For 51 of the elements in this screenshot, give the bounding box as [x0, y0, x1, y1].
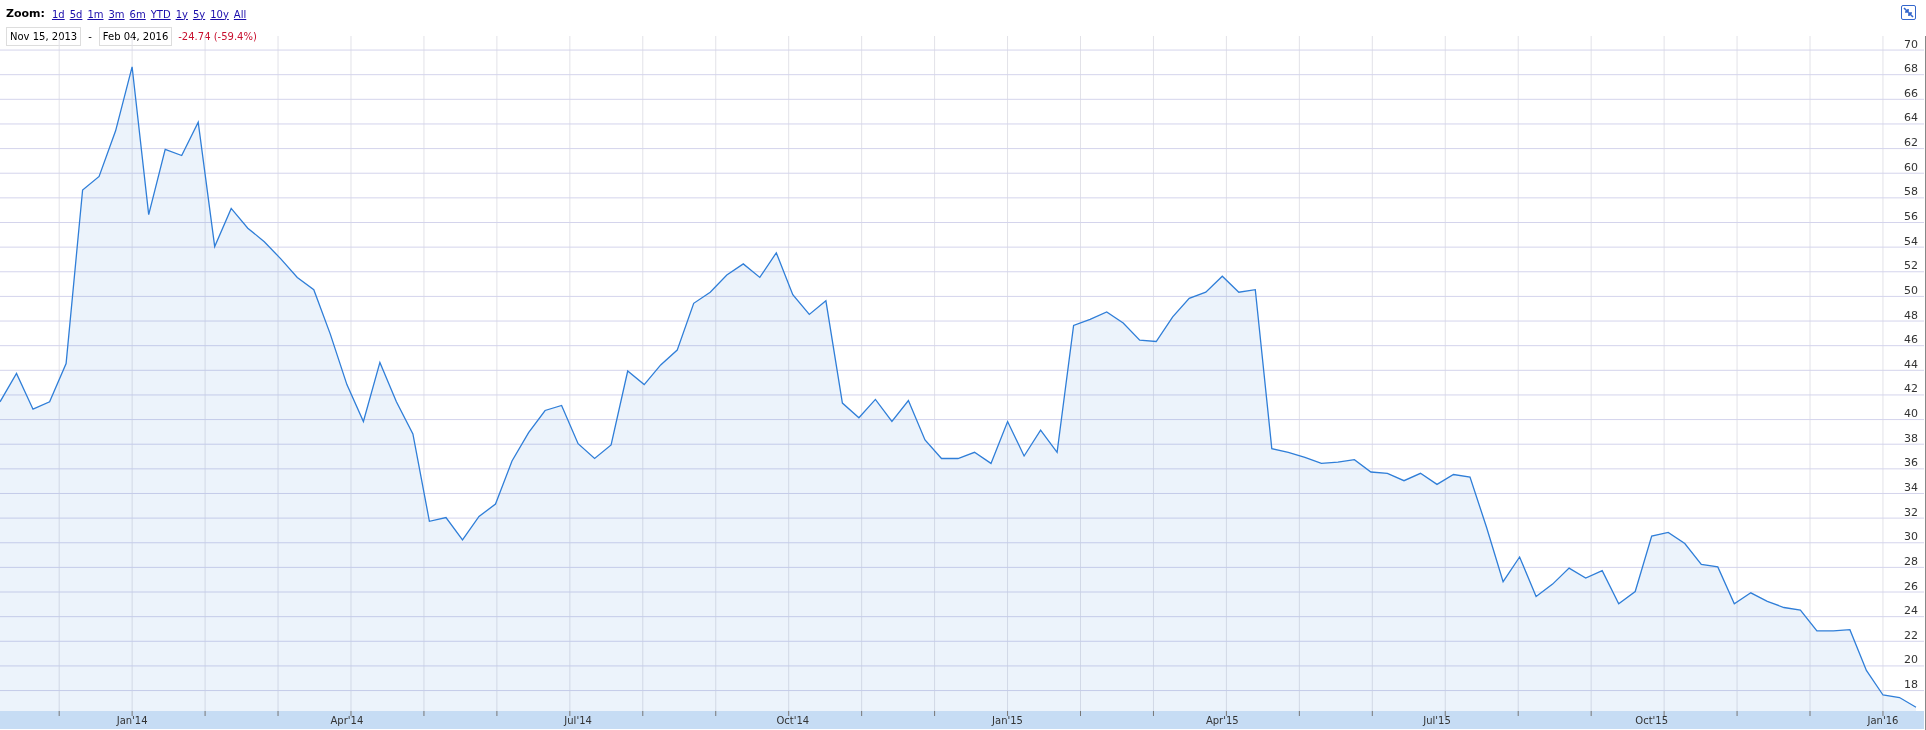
start-date-field[interactable]: Nov 15, 2013 [6, 26, 82, 46]
y-axis-label: 22 [1904, 628, 1918, 642]
y-axis-label: 26 [1904, 579, 1918, 593]
date-separator: - [87, 29, 93, 44]
y-axis-label: 46 [1904, 333, 1918, 347]
x-axis-label: Jul'14 [564, 715, 592, 726]
zoom-link[interactable]: 1d [51, 6, 65, 22]
y-axis-label: 20 [1904, 653, 1918, 667]
y-axis-label: 36 [1904, 456, 1918, 470]
zoom-link[interactable]: All [233, 6, 247, 22]
x-axis-label: Jul'15 [1423, 715, 1451, 726]
y-axis-label: 70 [1904, 37, 1918, 51]
zoom-link[interactable]: 5d [69, 6, 83, 22]
end-date-field[interactable]: Feb 04, 2016 [98, 26, 173, 46]
y-axis-label: 38 [1904, 431, 1918, 445]
y-axis-label: 30 [1904, 530, 1918, 544]
y-axis-label: 50 [1904, 283, 1918, 297]
y-axis-label: 56 [1904, 210, 1918, 223]
zoom-link[interactable]: 1y [175, 6, 188, 22]
price-change: -24.74 (-59.4%) [178, 29, 257, 44]
zoom-label: Zoom: [6, 6, 45, 22]
y-axis-label: 62 [1904, 136, 1918, 150]
zoom-link[interactable]: 10y [210, 6, 229, 22]
zoom-link[interactable]: 3m [108, 6, 125, 22]
zoom-link[interactable]: 6m [129, 6, 146, 22]
x-axis-label: Oct'15 [1635, 715, 1669, 726]
x-axis-label: Jan'15 [992, 715, 1023, 726]
y-axis-label: 42 [1904, 382, 1918, 396]
y-axis-label: 40 [1904, 407, 1918, 421]
x-axis-label: Apr'14 [330, 715, 364, 726]
y-axis-label: 52 [1904, 259, 1918, 273]
x-axis-label: Jan'16 [1867, 715, 1899, 726]
y-axis-label: 18 [1904, 678, 1918, 692]
x-axis-label: Apr'15 [1205, 715, 1239, 726]
y-axis-label: 68 [1904, 62, 1918, 76]
x-axis-label: Oct'14 [776, 715, 810, 726]
zoom-link[interactable]: 5y [192, 6, 206, 22]
y-axis-label: 44 [1904, 357, 1918, 371]
y-axis-label: 34 [1904, 481, 1918, 494]
y-axis-label: 48 [1904, 308, 1918, 322]
y-axis-label: 32 [1904, 505, 1918, 519]
y-axis-label: 66 [1904, 86, 1918, 100]
y-axis-label: 60 [1904, 160, 1918, 174]
zoom-link[interactable]: YTD [150, 6, 171, 22]
zoom-link[interactable]: 1m [87, 6, 104, 22]
y-axis-label: 28 [1904, 554, 1918, 568]
y-axis-label: 58 [1904, 185, 1918, 199]
x-axis-label: Jan'14 [116, 715, 148, 726]
y-axis-label: 54 [1904, 234, 1918, 248]
y-axis-label: 64 [1904, 111, 1918, 125]
y-axis-label: 24 [1904, 604, 1918, 618]
